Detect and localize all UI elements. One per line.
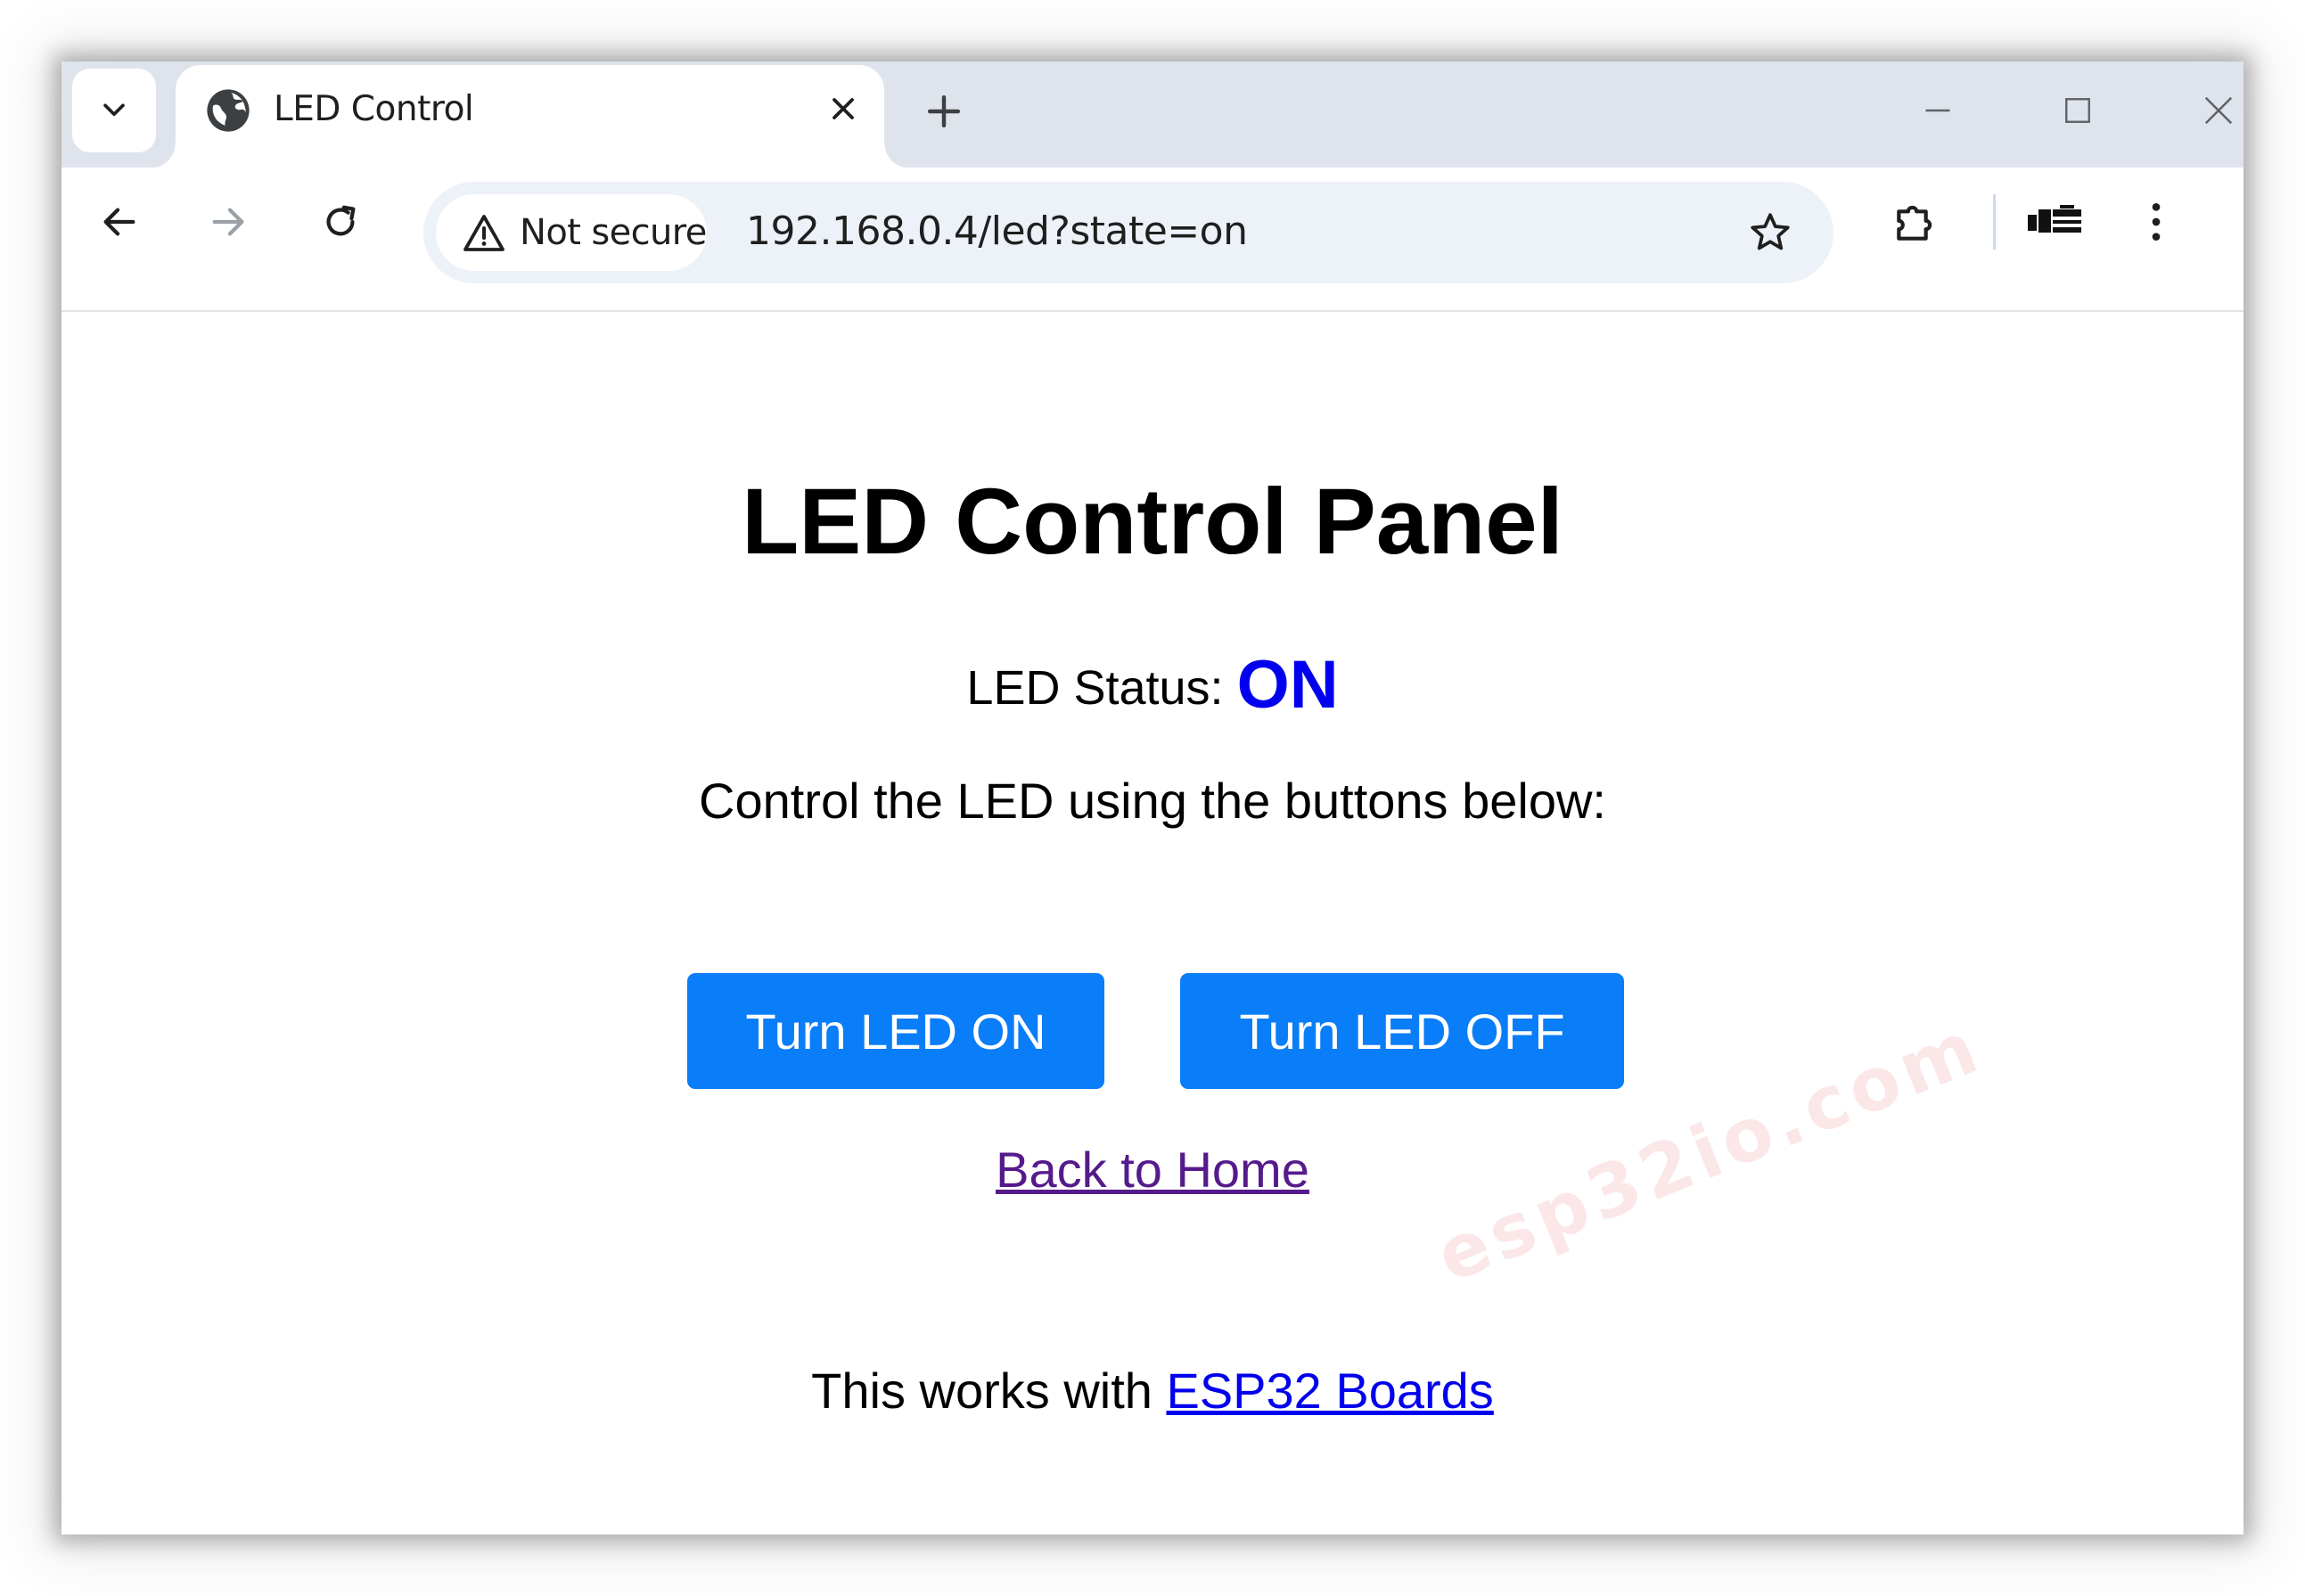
- tab-close-button[interactable]: [823, 88, 864, 129]
- chevron-down-icon: [103, 103, 125, 117]
- active-tab[interactable]: LED Control: [151, 65, 909, 168]
- toolbar-separator: [1993, 194, 1996, 250]
- reload-icon: [326, 205, 356, 236]
- led-status-value: ON: [1236, 647, 1339, 723]
- led-status-label: LED Status:: [966, 661, 1224, 715]
- warning-icon: [463, 215, 504, 251]
- back-to-home-link[interactable]: Back to Home: [996, 1142, 1309, 1198]
- tab-search-button[interactable]: [72, 69, 156, 152]
- star-icon: [1751, 213, 1790, 250]
- instructions-text: Control the LED using the buttons below:: [699, 773, 1606, 829]
- reload-button[interactable]: [309, 191, 372, 253]
- tab-title: LED Control: [274, 89, 474, 129]
- forward-button[interactable]: [197, 191, 259, 253]
- esp32-boards-link[interactable]: ESP32 Boards: [1166, 1363, 1493, 1419]
- new-tab-button[interactable]: [917, 85, 971, 138]
- footer: This works with ESP32 Boards: [62, 1362, 2243, 1420]
- more-vertical-icon: [2152, 203, 2161, 241]
- arrow-left-icon: [103, 208, 135, 236]
- diy-logo-icon: [2028, 205, 2081, 233]
- footer-text: This works with: [811, 1363, 1152, 1419]
- security-label: Not secure: [520, 212, 707, 253]
- browser-toolbar: Not secure 192.168.0.4/led?state=on: [62, 168, 2243, 310]
- arrow-right-icon: [212, 208, 244, 236]
- back-to-home-wrapper: Back to Home: [62, 1141, 2243, 1199]
- close-icon: [2204, 96, 2233, 125]
- turn-led-off-button[interactable]: Turn LED OFF: [1180, 973, 1624, 1089]
- url-text[interactable]: 192.168.0.4/led?state=on: [746, 209, 1248, 254]
- security-chip[interactable]: Not secure: [436, 194, 707, 271]
- minimize-button[interactable]: [1907, 79, 1969, 142]
- led-status: LED Status: ON: [62, 646, 2243, 724]
- tab-strip: LED Control: [62, 61, 2243, 168]
- close-icon: [833, 98, 854, 119]
- plus-icon: [927, 94, 961, 128]
- menu-button[interactable]: [2125, 191, 2187, 253]
- address-bar[interactable]: Not secure 192.168.0.4/led?state=on: [423, 182, 1833, 283]
- page-title: LED Control Panel: [742, 470, 1563, 574]
- profile-extension-button[interactable]: [2017, 191, 2097, 253]
- window-close-button[interactable]: [2187, 79, 2243, 142]
- back-button[interactable]: [88, 191, 151, 253]
- turn-led-on-button[interactable]: Turn LED ON: [687, 973, 1104, 1089]
- bookmark-button[interactable]: [1737, 200, 1803, 266]
- browser-window: LED Control Not secure 192.168.0.4/led?s…: [62, 61, 2243, 1535]
- puzzle-icon: [1897, 205, 1932, 241]
- globe-icon: [207, 89, 250, 132]
- minimize-icon: [1925, 109, 1950, 112]
- maximize-icon: [2065, 98, 2090, 123]
- maximize-button[interactable]: [2047, 79, 2109, 142]
- page-content: LED Control Panel LED Status: ON Control…: [62, 312, 2243, 1535]
- extensions-button[interactable]: [1884, 191, 1947, 253]
